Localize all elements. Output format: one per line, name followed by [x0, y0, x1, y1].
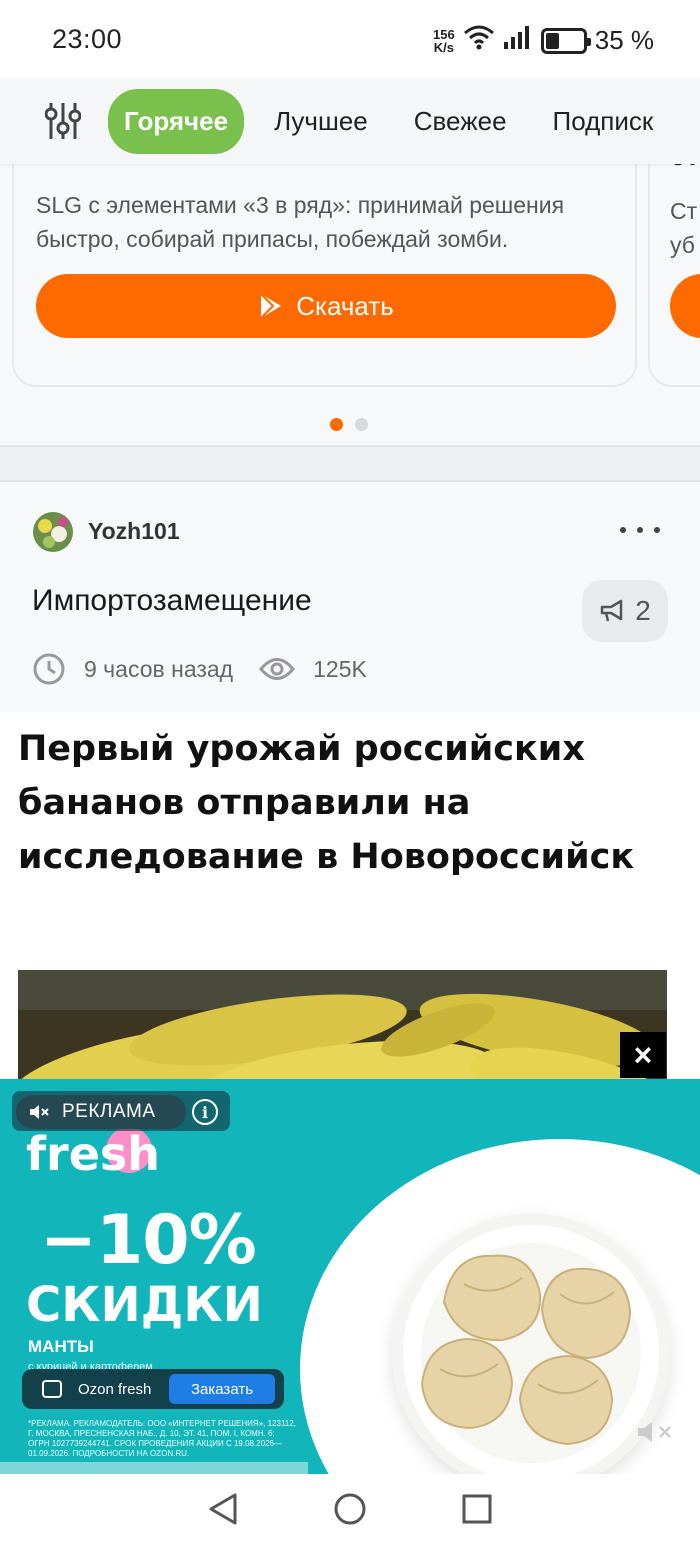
carousel-dot-2[interactable] — [355, 418, 368, 431]
post-time: 9 часов назад — [84, 655, 234, 682]
post-views: 125K — [313, 655, 367, 682]
ad-cta-bar[interactable]: Ozon fresh Заказать — [22, 1369, 284, 1409]
ad-cta-name: Ozon fresh — [78, 1380, 152, 1398]
home-icon[interactable] — [333, 1492, 367, 1531]
carousel-dot-1[interactable] — [330, 418, 343, 431]
muted-speaker-icon — [30, 1105, 49, 1119]
recents-icon[interactable] — [461, 1493, 493, 1530]
more-options-button[interactable] — [620, 520, 660, 540]
wifi-icon — [463, 24, 495, 57]
post-title[interactable]: Импортозамещение — [32, 584, 312, 618]
download-button[interactable]: Скачать — [36, 274, 616, 338]
system-navigation-bar — [0, 1474, 700, 1548]
ozon-app-icon — [42, 1380, 62, 1398]
status-time: 23:00 — [52, 24, 123, 54]
eye-icon — [259, 656, 296, 682]
battery-percent: 35 % — [594, 25, 654, 55]
ad-discount-word: СКИДКИ — [26, 1277, 263, 1333]
ad-progress-bar — [0, 1462, 308, 1474]
ad-product: МАНТЫ — [28, 1337, 94, 1356]
comments-button[interactable]: 2 — [582, 580, 668, 642]
author-name[interactable]: Yozh101 — [88, 518, 180, 545]
play-store-icon — [260, 293, 282, 319]
megaphone-icon — [600, 599, 623, 622]
status-bar: 23:00 156 K/s ⚡ 35 % — [0, 0, 700, 78]
ad-close-button[interactable]: × — [620, 1032, 666, 1078]
tab-best[interactable]: Лучшее — [258, 89, 384, 154]
promo-card[interactable]: SLG с элементами «3 в ряд»: принимай реш… — [12, 164, 637, 387]
speaker-mute-icon — [638, 1422, 671, 1442]
ad-brand: fresh — [26, 1127, 161, 1181]
status-icons: 156 K/s ⚡ 35 % — [433, 24, 654, 57]
network-speed: 156 K/s — [433, 26, 455, 55]
promo-carousel: SLG с элементами «3 в ряд»: принимай реш… — [0, 164, 700, 447]
promo-description: SLG с элементами «3 в ряд»: принимай реш… — [36, 192, 565, 252]
sliders-icon — [45, 103, 81, 139]
ad-discount: −10% — [40, 1201, 257, 1280]
feed-tabs: Горячее Лучшее Свежее Подписк — [0, 78, 700, 164]
post-meta: 9 часов назад 125K — [32, 652, 367, 686]
tab-fresh[interactable]: Свежее — [398, 89, 523, 154]
signal-icon — [503, 24, 533, 57]
promo-card-next[interactable]: ст Стуб — [648, 164, 700, 387]
ad-food-image — [392, 1214, 670, 1474]
ad-legal-text: *РЕКЛАМА. РЕКЛАМОДАТЕЛЬ: ООО «ИНТЕРНЕТ Р… — [28, 1419, 296, 1458]
battery-icon: ⚡ — [540, 27, 591, 54]
back-icon[interactable] — [207, 1492, 239, 1531]
ad-info-icon[interactable]: i — [192, 1099, 218, 1125]
article-headline: Первый урожай российских бананов отправи… — [18, 729, 635, 877]
ad-banner[interactable]: РЕКЛАМА i fresh −10% СКИДКИ МАНТЫ с кури… — [0, 1079, 700, 1474]
download-button-next[interactable] — [670, 274, 700, 338]
tab-subscriptions[interactable]: Подписк — [537, 89, 670, 154]
tab-hot[interactable]: Горячее — [108, 88, 245, 154]
charging-bolt-icon: ⚡ — [558, 32, 570, 50]
ad-sound-toggle[interactable] — [636, 1419, 676, 1445]
carousel-dots — [330, 418, 368, 431]
filter-settings-button[interactable] — [32, 90, 94, 152]
clock-icon — [32, 652, 66, 686]
order-button[interactable]: Заказать — [169, 1374, 275, 1404]
ad-label-pill[interactable]: РЕКЛАМА — [16, 1095, 186, 1129]
ad-label: РЕКЛАМА — [62, 1101, 156, 1122]
avatar[interactable] — [33, 512, 73, 552]
